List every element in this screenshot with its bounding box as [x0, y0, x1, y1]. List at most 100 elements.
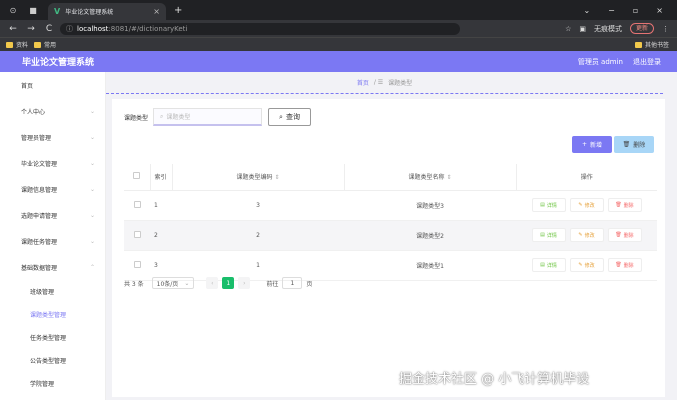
reload-icon[interactable]: C: [44, 24, 54, 34]
maximize-icon[interactable]: ▫: [633, 6, 638, 15]
detail-button[interactable]: ▤ 详情: [531, 258, 566, 272]
folder-icon: [6, 41, 13, 48]
incognito-indicator[interactable]: 无痕模式: [594, 24, 622, 34]
sidebar-item-basic-data[interactable]: 基础数据管理 ⌃: [0, 254, 105, 280]
trash-icon: 🗑: [615, 232, 622, 238]
query-button[interactable]: ⌕ 查询: [268, 108, 312, 126]
sidebar-item-profile[interactable]: 个人中心 ⌄: [0, 98, 105, 124]
header-code[interactable]: 课题类型编码 ⇕: [172, 164, 345, 191]
cell-index: 3: [150, 250, 172, 281]
side-panel-icon[interactable]: ▣: [579, 25, 586, 33]
breadcrumb-separator-icon: / ☰: [373, 79, 384, 86]
delete-button[interactable]: 🗑 删除: [607, 258, 642, 272]
edit-icon: ✎: [578, 202, 583, 208]
goto-page-input[interactable]: 1: [282, 277, 303, 289]
batch-delete-button[interactable]: 🗑 删除: [614, 136, 654, 153]
current-user: 管理员 admin: [577, 57, 623, 66]
delete-button[interactable]: 🗑 删除: [607, 228, 642, 242]
tab-title: 毕业论文管理系统: [65, 9, 114, 16]
prev-page-button[interactable]: ‹: [206, 277, 219, 289]
browser-menu-icon[interactable]: ⊙: [6, 3, 20, 17]
page-size-select[interactable]: 10条/页 ⌄: [151, 277, 195, 289]
page-suffix: 页: [306, 280, 313, 288]
sidebar-item-thesis[interactable]: 毕业论文管理 ⌄: [0, 150, 105, 176]
edit-button[interactable]: ✎ 修改: [569, 228, 604, 242]
trash-icon: 🗑: [622, 141, 631, 148]
sidebar-subitem-task-type[interactable]: 任务类型管理: [0, 326, 105, 349]
add-button[interactable]: + 新增: [572, 136, 612, 153]
edit-button[interactable]: ✎ 修改: [569, 198, 604, 212]
search-icon: ⌕: [160, 112, 164, 120]
sort-icon[interactable]: ⇕: [446, 174, 451, 181]
edit-button[interactable]: ✎ 修改: [569, 258, 604, 272]
sidebar-item-home[interactable]: 首页: [0, 72, 105, 98]
sidebar: 首页 个人中心 ⌄ 管理员管理 ⌄ 毕业论文管理 ⌄ 课题信息管理 ⌄ 选题申请管理 ⌄ …: [0, 72, 106, 400]
select-all-checkbox[interactable]: [133, 172, 141, 180]
edit-icon: ✎: [578, 232, 583, 238]
header-actions: 操作: [516, 164, 657, 191]
page-number-current[interactable]: 1: [222, 277, 235, 289]
header-name[interactable]: 课题类型名称 ⇕: [344, 164, 517, 191]
trash-icon: 🗑: [615, 262, 622, 268]
next-page-button[interactable]: ›: [238, 277, 251, 289]
cell-code: 3: [172, 190, 344, 221]
back-icon[interactable]: ←: [8, 24, 18, 34]
other-bookmarks[interactable]: 其他书签: [634, 40, 669, 49]
breadcrumb: 首页 / ☰ 课题类型: [106, 72, 663, 94]
url-field[interactable]: ⓘ localhost:8081/#/dictionaryKeti: [60, 22, 460, 35]
folder-icon: [34, 41, 42, 48]
data-table: 索引 课题类型编码 ⇕ 课题类型名称 ⇕ 操作 1 3 课题类型3 ▤ 详情 ✎ 修改 …: [124, 164, 657, 281]
row-checkbox[interactable]: [133, 200, 141, 208]
sidebar-item-admin[interactable]: 管理员管理 ⌄: [0, 124, 105, 150]
table-header-row: 索引 课题类型编码 ⇕ 课题类型名称 ⇕ 操作: [124, 164, 657, 191]
logout-link[interactable]: 退出登录: [633, 57, 661, 67]
minimize-icon[interactable]: −: [608, 6, 615, 15]
forward-icon[interactable]: →: [26, 24, 36, 34]
browser-tab-bar: ⊙ ■ V 毕业论文管理系统 × + ⌄ − ▫ ×: [0, 0, 677, 20]
cell-code: 1: [172, 250, 344, 281]
watermark: 掘金技术社区 @ 小飞计算机毕设: [399, 372, 590, 387]
tab-search-icon[interactable]: ⌄: [583, 6, 590, 15]
address-bar-row: ← → C ⓘ localhost:8081/#/dictionaryKeti …: [0, 20, 677, 37]
tab-strip-icon[interactable]: ■: [26, 3, 40, 17]
search-form: 课题类型 ⌕ 课题类型 ⌕ 查询: [124, 108, 312, 126]
chevron-down-icon: ⌄: [89, 133, 95, 141]
sidebar-item-topic-task[interactable]: 课题任务管理 ⌄: [0, 228, 105, 254]
breadcrumb-home[interactable]: 首页: [357, 78, 369, 87]
bookmark-star-icon[interactable]: ☆: [565, 25, 571, 33]
sidebar-subitem-topic-type[interactable]: 课题类型管理: [0, 303, 105, 326]
sidebar-subitem-class[interactable]: 班级管理: [0, 280, 105, 303]
bookmark-folder-1[interactable]: 资料: [6, 40, 28, 49]
breadcrumb-current: 课题类型: [388, 80, 413, 87]
trash-icon: 🗑: [615, 202, 622, 208]
sidebar-item-topic-info[interactable]: 课题信息管理 ⌄: [0, 176, 105, 202]
sidebar-subitem-college[interactable]: 学院管理: [0, 372, 105, 395]
detail-button[interactable]: ▤ 详情: [531, 198, 566, 212]
search-placeholder: 课题类型: [166, 114, 191, 121]
goto-label: 前往: [266, 280, 279, 288]
search-input[interactable]: ⌕ 课题类型: [153, 108, 263, 126]
delete-button[interactable]: 🗑 删除: [607, 198, 642, 212]
window-close-icon[interactable]: ×: [656, 6, 663, 15]
chevron-down-icon: ⌄: [89, 237, 95, 245]
content-card: 课题类型 ⌕ 课题类型 ⌕ 查询 + 新增 🗑 删除 索引 课题类型编码 ⇕ 课…: [112, 99, 665, 397]
more-menu-icon[interactable]: ⋮: [662, 25, 669, 33]
sort-icon[interactable]: ⇕: [274, 174, 279, 181]
site-info-icon[interactable]: ⓘ: [66, 24, 73, 34]
table-row: 3 1 课题类型1 ▤ 详情 ✎ 修改 🗑 删除: [124, 250, 657, 281]
update-button[interactable]: 更新: [629, 23, 654, 34]
bookmark-folder-2[interactable]: 常用: [34, 40, 56, 49]
app-header: 毕业论文管理系统 管理员 admin 退出登录: [0, 51, 677, 72]
sidebar-item-topic-apply[interactable]: 选题申请管理 ⌄: [0, 202, 105, 228]
close-tab-icon[interactable]: ×: [153, 7, 160, 16]
pagination-total: 共 3 条: [124, 280, 144, 288]
vue-logo-icon: V: [54, 7, 61, 16]
new-tab-icon[interactable]: +: [174, 5, 182, 16]
browser-tab[interactable]: V 毕业论文管理系统 ×: [48, 3, 166, 20]
sidebar-subitem-notice-type[interactable]: 公告类型管理: [0, 349, 105, 372]
cell-name: 课题类型2: [344, 220, 516, 251]
detail-button[interactable]: ▤ 详情: [531, 228, 566, 242]
row-checkbox[interactable]: [133, 230, 141, 238]
row-checkbox[interactable]: [133, 260, 141, 268]
document-icon: ▤: [540, 232, 545, 238]
